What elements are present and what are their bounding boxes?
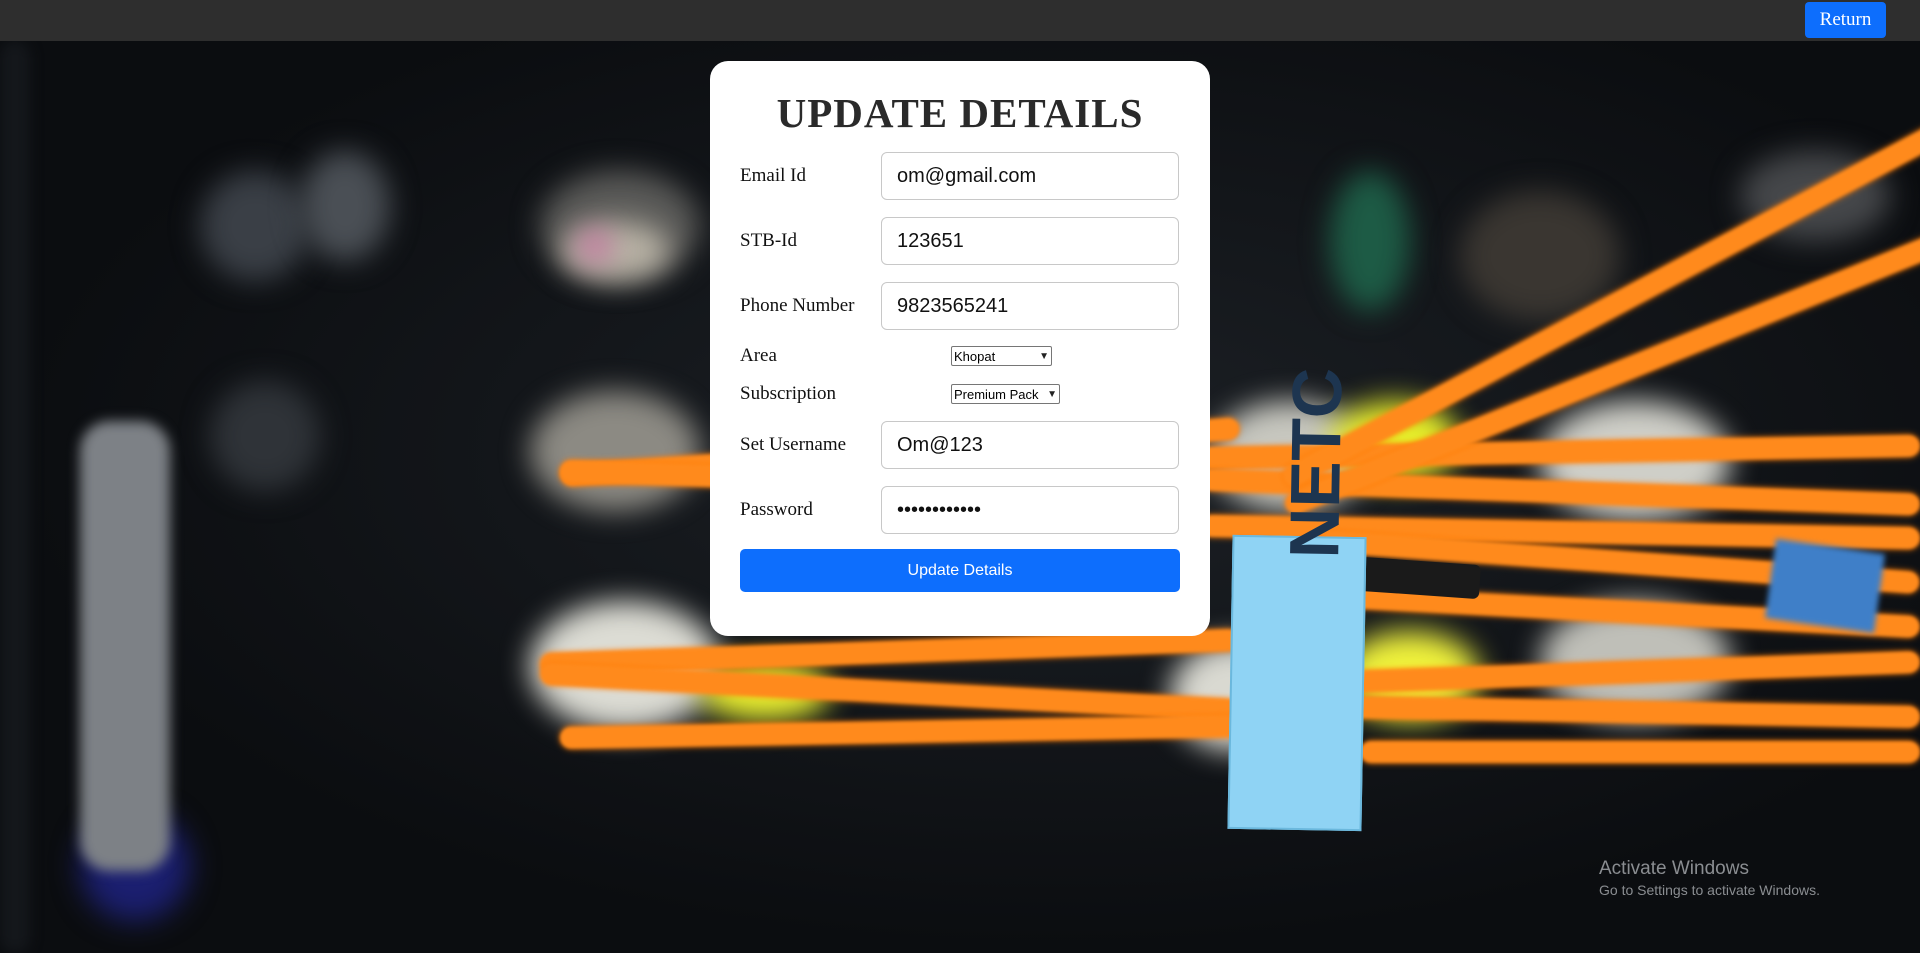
cable-label-tag: NETC [1227,367,1367,832]
subscription-select[interactable]: Premium Pack ▼ [951,384,1060,405]
area-select[interactable]: Khopat ▼ [951,346,1052,367]
watermark-subtitle: Go to Settings to activate Windows. [1599,882,1820,898]
area-row: Area Khopat ▼ [740,344,1180,368]
password-label: Password [740,499,813,521]
phone-number-field[interactable] [881,282,1179,331]
chevron-down-icon: ▼ [1039,350,1049,362]
phone-label: Phone Number [740,295,855,317]
watermark-title: Activate Windows [1599,858,1749,879]
subscription-row: Subscription Premium Pack ▼ [740,382,1180,406]
email-row: Email Id [740,152,1180,201]
subscription-selected-value: Premium Pack [954,386,1039,402]
username-row: Set Username [740,421,1180,470]
stb-label: STB-Id [740,230,797,252]
return-button[interactable]: Return [1805,2,1886,38]
page-title: UPDATE DETAILS [776,90,1144,136]
email-field[interactable] [881,152,1179,201]
update-details-card: UPDATE DETAILS Email Id STB-Id Phone Num… [710,61,1210,636]
subscription-label: Subscription [740,383,837,405]
phone-row: Phone Number [740,282,1180,331]
chevron-down-icon: ▼ [1047,388,1057,400]
username-label: Set Username [740,434,847,456]
area-selected-value: Khopat [954,348,996,364]
password-row: Password [740,486,1180,535]
cable-label-text: NETC [1275,367,1357,559]
username-field[interactable] [881,421,1179,470]
stb-id-field[interactable] [881,217,1179,266]
password-field[interactable] [881,486,1179,535]
update-details-button[interactable]: Update Details [740,549,1180,593]
top-bar: Return [0,0,1920,41]
area-label: Area [740,345,777,367]
stb-row: STB-Id [740,217,1180,266]
email-label: Email Id [740,165,806,187]
activation-watermark: Activate Windows Go to Settings to activ… [1599,858,1820,898]
